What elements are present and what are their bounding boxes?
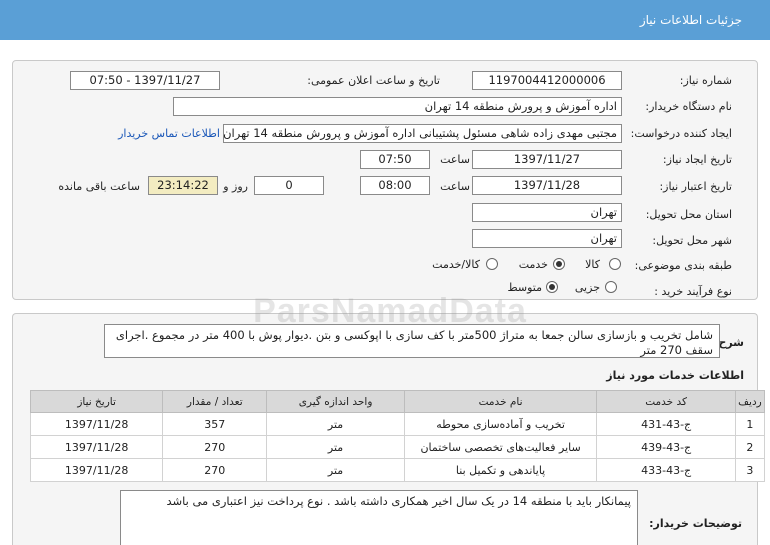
validity-time-field: 08:00: [360, 176, 430, 195]
col-header-quantity: تعداد / مقدار: [162, 390, 268, 413]
validity-time-label: ساعت: [440, 180, 470, 193]
table-row: 2 ج-43-439 سایر فعالیت‌های تخصصی ساختمان…: [29, 435, 766, 459]
services-title: اطلاعات خدمات مورد نیاز: [606, 369, 744, 382]
category-option-goods-service: کالا/خدمت: [432, 258, 480, 271]
purchase-radio-minor[interactable]: [605, 281, 617, 293]
validity-date-field: 1397/11/28: [472, 176, 622, 195]
service-name: سایر فعالیت‌های تخصصی ساختمان: [403, 435, 598, 459]
page-header: جزئیات اطلاعات نیاز: [0, 0, 770, 40]
service-code: ج-43-439: [596, 435, 736, 459]
purchase-type-label: نوع فرآیند خرید :: [654, 285, 732, 298]
category-radio-goods[interactable]: [609, 258, 621, 270]
remaining-time-field: 23:14:22: [148, 176, 218, 195]
city-field: تهران: [472, 229, 622, 248]
page-title: جزئیات اطلاعات نیاز: [639, 13, 742, 27]
buyer-org-label: نام دستگاه خریدار:: [645, 100, 732, 113]
remaining-days-field: 0: [254, 176, 324, 195]
need-number-label: شماره نیاز:: [679, 74, 732, 87]
table-row: 1 ج-43-431 تخریب و آماده‌سازی محوطه متر …: [29, 412, 766, 436]
announce-datetime-field: 1397/11/27 - 07:50: [70, 71, 220, 90]
row-number: 3: [734, 458, 766, 482]
buyer-notes: پیمانکار باید با منطقه 14 در یک سال اخیر…: [120, 490, 638, 545]
row-number: 1: [734, 412, 766, 436]
need-date: 1397/11/28: [29, 412, 164, 436]
category-label: طبقه بندی موضوعی:: [634, 259, 732, 272]
col-header-row: ردیف: [734, 390, 766, 413]
service-code: ج-43-431: [596, 412, 736, 436]
table-header-row: ردیف کد خدمت نام خدمت واحد اندازه گیری ت…: [29, 390, 766, 413]
quantity: 270: [162, 435, 268, 459]
requester-label: ایجاد کننده درخواست:: [630, 127, 732, 140]
province-field: تهران: [472, 203, 622, 222]
created-date-field: 1397/11/27: [472, 150, 622, 169]
col-header-service-name: نام خدمت: [403, 390, 598, 413]
province-label: استان محل تحویل:: [645, 208, 732, 221]
service-name: پایاندهی و تکمیل بنا: [403, 458, 598, 482]
table-row: 3 ج-43-433 پایاندهی و تکمیل بنا متر 270 …: [29, 458, 766, 482]
services-table: ردیف کد خدمت نام خدمت واحد اندازه گیری ت…: [29, 390, 766, 482]
category-option-goods: کالا: [585, 258, 600, 271]
category-option-service: خدمت: [518, 258, 548, 271]
need-number-field: 1197004412000006: [472, 71, 622, 90]
days-label: روز و: [223, 180, 248, 193]
col-header-need-date: تاریخ نیاز: [29, 390, 164, 413]
buyer-contact-link[interactable]: اطلاعات تماس خریدار: [118, 127, 220, 140]
watermark: ParsNamadData: [253, 292, 527, 330]
quantity: 270: [162, 458, 268, 482]
row-number: 2: [734, 435, 766, 459]
unit: متر: [266, 435, 405, 459]
created-time-label: ساعت: [440, 153, 470, 166]
unit: متر: [266, 458, 405, 482]
category-radio-goods-service[interactable]: [486, 258, 498, 270]
announce-datetime-label: تاریخ و ساعت اعلان عمومی:: [307, 74, 440, 87]
need-date: 1397/11/28: [29, 435, 164, 459]
col-header-service-code: کد خدمت: [596, 390, 736, 413]
need-created-label: تاریخ ایجاد نیاز:: [662, 153, 732, 166]
purchase-option-minor: جزیی: [574, 281, 600, 294]
category-radio-service[interactable]: [553, 258, 565, 270]
service-code: ج-43-433: [596, 458, 736, 482]
col-header-unit: واحد اندازه گیری: [266, 390, 405, 413]
city-label: شهر محل تحویل:: [652, 234, 732, 247]
buyer-org-field: اداره آموزش و پرورش منطقه 14 تهران: [173, 97, 622, 116]
unit: متر: [266, 412, 405, 436]
need-validity-label: تاریخ اعتبار نیاز:: [659, 180, 732, 193]
service-name: تخریب و آماده‌سازی محوطه: [403, 412, 598, 436]
quantity: 357: [162, 412, 268, 436]
need-date: 1397/11/28: [29, 458, 164, 482]
buyer-notes-label: توضیحات خریدار:: [649, 517, 742, 530]
remaining-label: ساعت باقی مانده: [58, 180, 140, 193]
created-time-field: 07:50: [360, 150, 430, 169]
requester-field: مجتبی مهدی زاده شاهی مسئول پشتیبانی ادار…: [223, 124, 622, 143]
